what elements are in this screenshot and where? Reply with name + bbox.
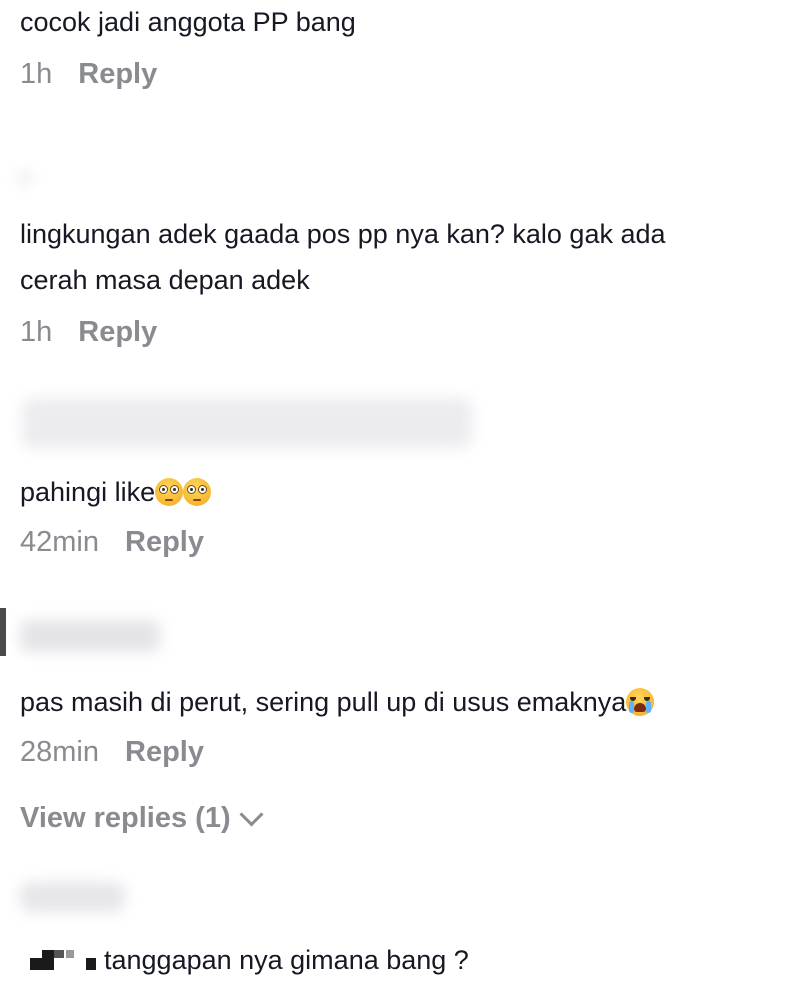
comment-text: pahingi like	[20, 470, 212, 514]
blurred-username	[20, 882, 125, 912]
comment-text-content: pahingi like	[20, 477, 156, 507]
reply-button[interactable]: Reply	[78, 316, 157, 349]
reply-button[interactable]: Reply	[125, 526, 204, 559]
comment-meta: 1h Reply	[20, 316, 157, 349]
comment-timestamp: 1h	[20, 316, 53, 348]
comment-text: pas masih di perut, sering pull up di us…	[20, 680, 655, 724]
blurred-username	[20, 620, 160, 652]
comment-text: lingkungan adek gaada pos pp nya kan? ka…	[20, 219, 666, 249]
loudly-crying-face-emoji-icon	[626, 688, 655, 716]
reply-button[interactable]: Reply	[125, 736, 204, 769]
comment-timestamp: 28min	[20, 736, 99, 768]
comment-text: cocok jadi anggota PP bang	[20, 7, 356, 37]
flushed-face-emoji-icon	[183, 478, 212, 506]
comment-timestamp: 1h	[20, 58, 53, 90]
comment-meta: 28min Reply	[20, 736, 204, 769]
blurred-username	[22, 398, 472, 448]
blurred-username	[18, 172, 32, 184]
comment-timestamp: 42min	[20, 526, 99, 558]
comment-meta: 42min Reply	[20, 526, 204, 559]
chevron-down-icon	[239, 802, 264, 827]
avatar-edge	[0, 608, 6, 656]
censored-mention	[30, 946, 96, 972]
comment-text: cerah masa depan adek	[20, 265, 310, 295]
comment-meta: 1h Reply	[20, 58, 157, 91]
reply-button[interactable]: Reply	[78, 58, 157, 91]
comment-text-content: pas masih di perut, sering pull up di us…	[20, 687, 627, 717]
view-replies-label: View replies (1)	[20, 802, 231, 834]
flushed-face-emoji-icon	[155, 478, 184, 506]
comment-text: tanggapan nya gimana bang ?	[104, 945, 469, 975]
view-replies-button[interactable]: View replies (1)	[20, 802, 264, 835]
